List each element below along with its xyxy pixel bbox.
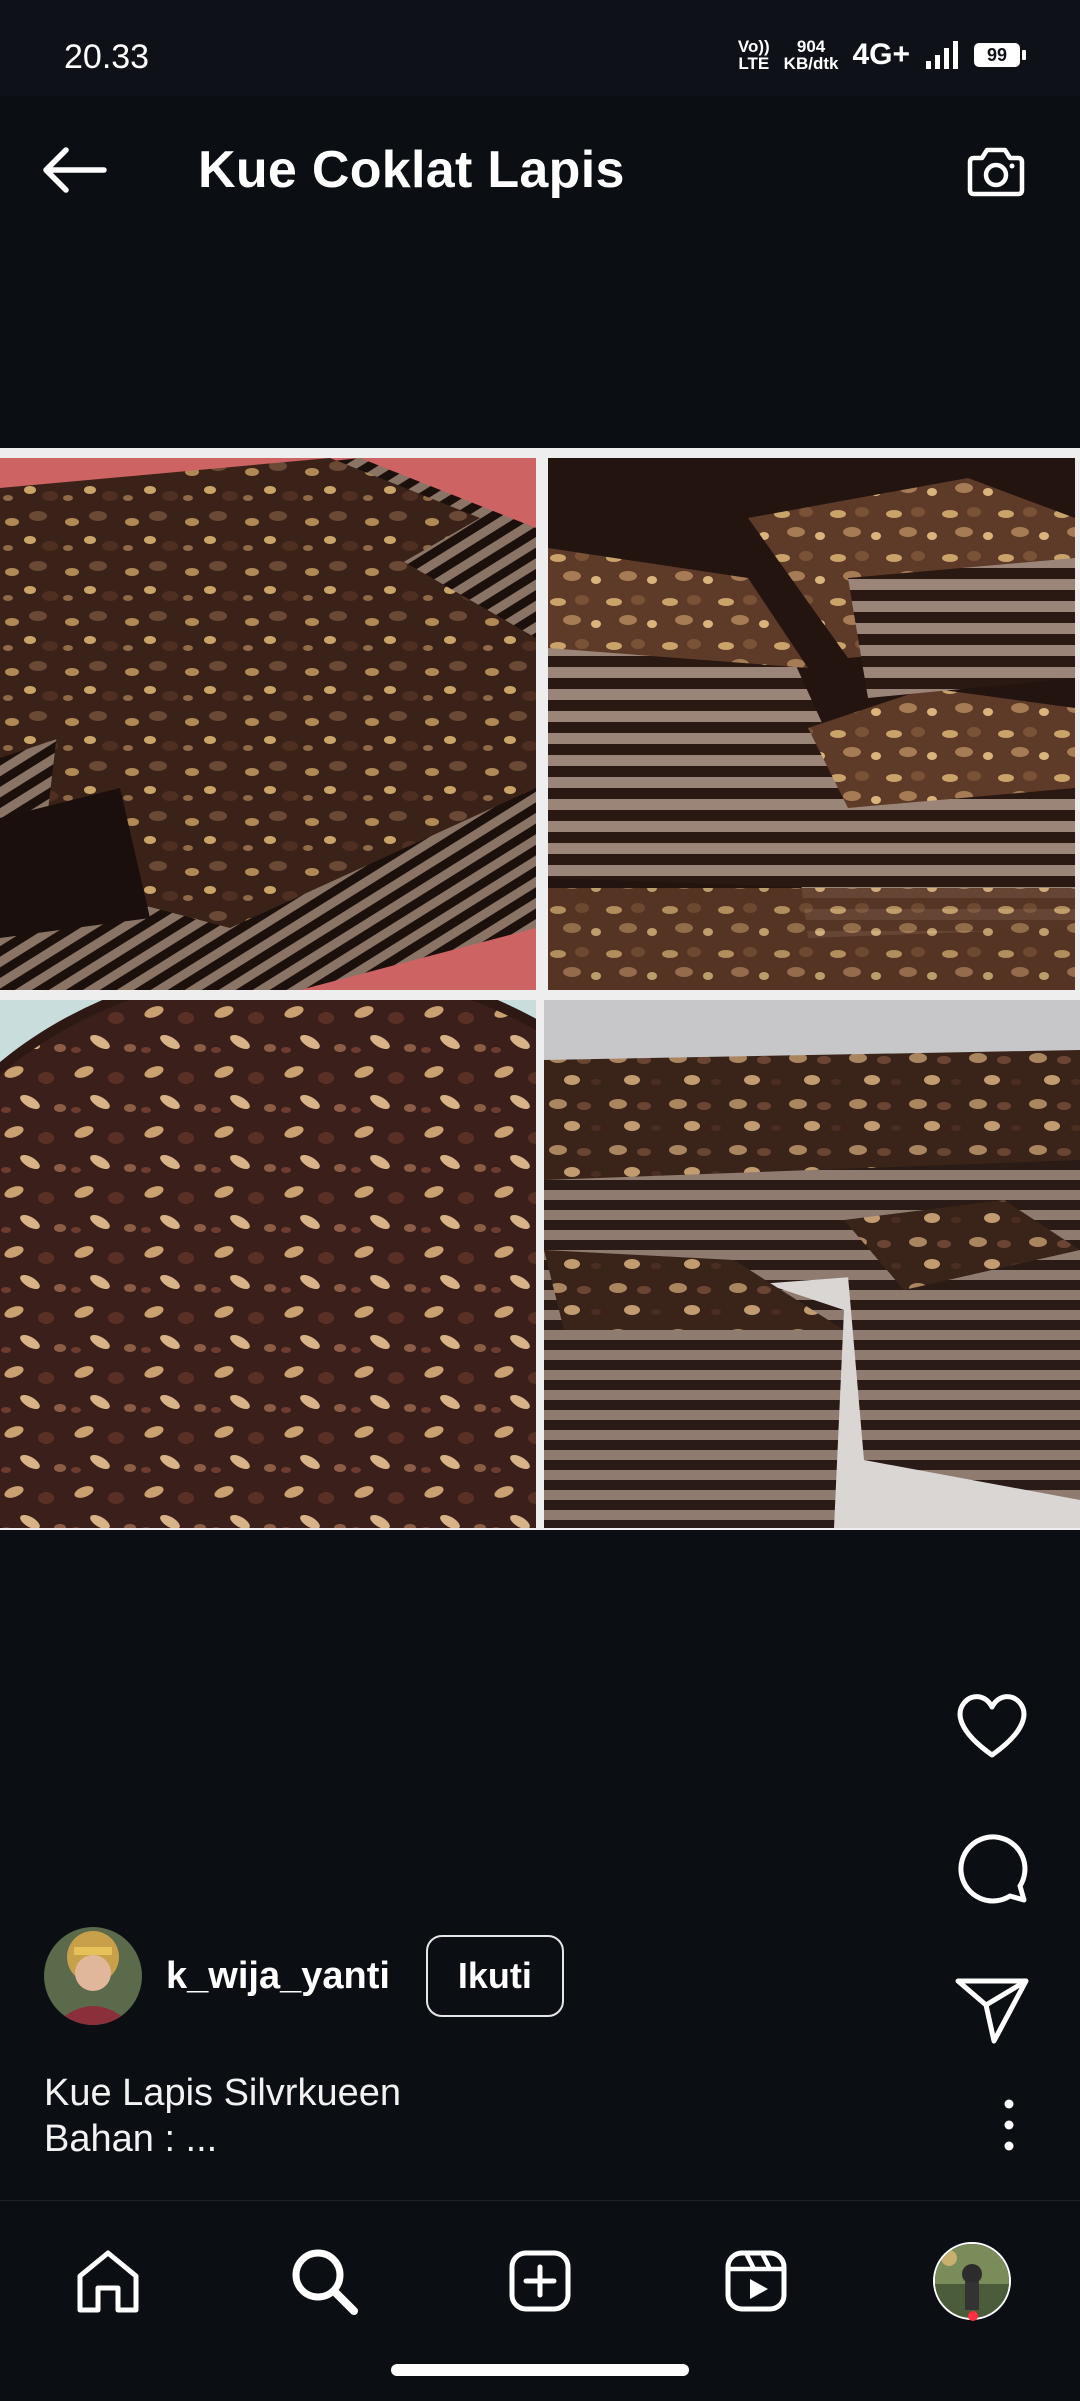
photo-cake-layers [544, 1000, 1080, 1528]
nav-create[interactable] [490, 2231, 590, 2331]
username[interactable]: k_wija_yanti [166, 1955, 390, 1998]
reels-icon [725, 2250, 787, 2312]
caption-line-1: Kue Lapis Silvrkueen [44, 2072, 401, 2114]
speed-unit: KB/dtk [783, 54, 839, 73]
camera-button[interactable] [964, 140, 1028, 204]
avatar[interactable] [44, 1927, 142, 2025]
volte-indicator: Vo)) LTE [738, 38, 770, 72]
post-image[interactable] [0, 448, 1080, 1530]
comment-icon [958, 1834, 1028, 1904]
search-icon [292, 2249, 358, 2315]
status-time: 20.33 [64, 38, 150, 76]
profile-avatar [933, 2242, 1011, 2320]
arrow-left-icon [43, 147, 107, 193]
nav-reels[interactable] [706, 2231, 806, 2331]
more-options-button[interactable] [994, 2090, 1024, 2160]
share-icon [955, 1978, 1029, 2044]
more-vertical-icon [1004, 2099, 1014, 2151]
photo-chocolate-topping [0, 1000, 536, 1528]
volte-bottom: LTE [738, 54, 770, 73]
photo-cake-slices [0, 458, 536, 990]
header: Kue Coklat Lapis [0, 96, 1080, 246]
post-caption[interactable]: Kue Lapis Silvrkueen Bahan : ... [44, 2070, 401, 2162]
network-speed: 904 KB/dtk [784, 38, 839, 72]
nav-search[interactable] [274, 2231, 374, 2331]
nav-home[interactable] [58, 2231, 158, 2331]
heart-icon [957, 1694, 1027, 1758]
speed-value: 904 [796, 37, 826, 56]
caption-line-2: Bahan : ... [44, 2118, 218, 2160]
home-icon [77, 2250, 139, 2313]
home-indicator[interactable] [391, 2364, 689, 2376]
status-bar: 20.33 Vo)) LTE 904 KB/dtk 4G+ 99 [0, 0, 1080, 96]
page-title: Kue Coklat Lapis [198, 141, 625, 199]
author-row: k_wija_yanti Ikuti [44, 1926, 564, 2026]
battery-icon: 99 [974, 43, 1026, 67]
notification-dot [968, 2311, 978, 2321]
share-button[interactable] [932, 1960, 1052, 2060]
photo-cake-pieces [548, 458, 1075, 990]
camera-icon [967, 147, 1025, 197]
comment-button[interactable] [932, 1818, 1052, 1918]
create-icon [509, 2250, 571, 2312]
volte-top: Vo)) [737, 37, 770, 56]
back-button[interactable] [38, 144, 110, 196]
status-icons: Vo)) LTE 904 KB/dtk 4G+ 99 [738, 38, 1026, 72]
signal-icon [926, 41, 958, 69]
follow-button[interactable]: Ikuti [425, 1935, 564, 2017]
like-button[interactable] [932, 1675, 1052, 1775]
network-type: 4G+ [852, 38, 910, 71]
